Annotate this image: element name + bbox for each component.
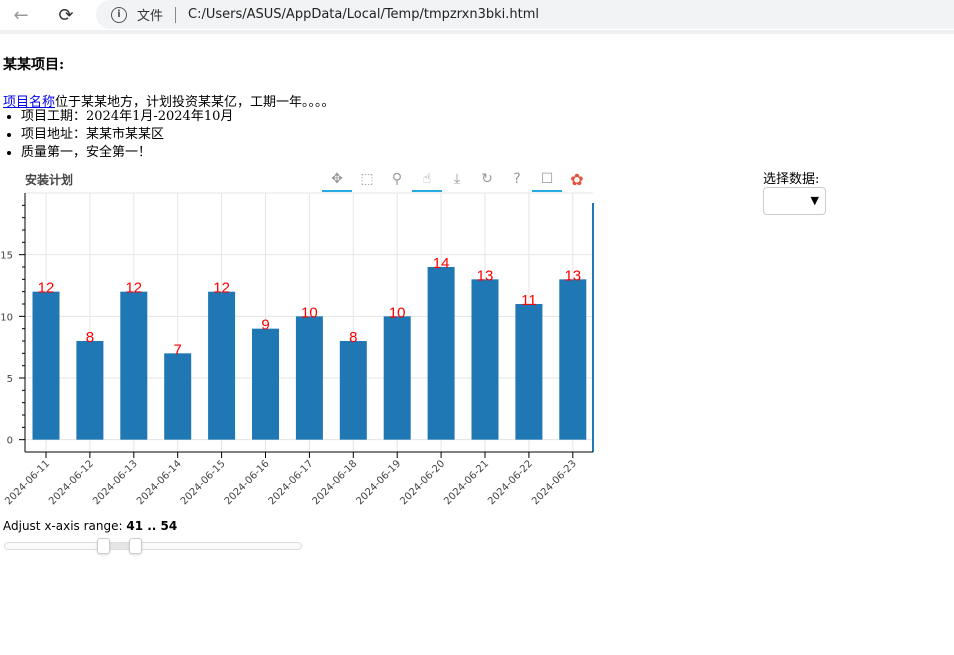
file-label: 文件 [137,9,164,24]
y-tick-label: 10 [0,312,13,323]
bar-chart[interactable]: 1281271291081014131113 2024-06-112024-06… [0,190,600,520]
back-icon[interactable]: ← [10,5,32,26]
bar [339,341,367,440]
save-icon[interactable]: ⤓ [442,168,472,192]
bokeh-logo-icon[interactable]: ✿ [562,168,592,192]
data-label: 9 [261,317,269,334]
wheel-zoom-icon[interactable]: ⚲ [382,168,412,192]
x-tick-label: 2024-06-13 [91,458,140,507]
reload-icon[interactable]: ⟳ [55,5,77,26]
data-label: 10 [301,304,318,321]
pan-icon[interactable]: ✥ [322,168,352,192]
chart-title: 安装计划 [25,173,74,187]
help-icon[interactable]: ? [502,168,532,192]
bar [76,341,104,440]
slider-title: Adjust x-axis range: 41 .. 54 [3,519,177,533]
bar [120,291,148,440]
bar [471,279,499,440]
data-label: 8 [349,329,357,346]
x-tick-label: 2024-06-23 [530,458,579,507]
bar [252,328,279,440]
x-tick-label: 2024-06-22 [486,458,535,507]
list-item: 项目地址：某某市某某区 [21,126,233,144]
x-tick-labels: 2024-06-112024-06-122024-06-132024-06-14… [3,458,579,507]
url-text[interactable]: C:/Users/ASUS/AppData/Local/Temp/tmpzrxn… [188,7,539,22]
hover-icon[interactable]: ☐ [532,168,562,192]
y-tick-label: 0 [7,436,13,447]
partial-bar [592,203,594,452]
browser-toolbar: ← ⟳ i 文件 C:/Users/ASUS/AppData/Local/Tem… [0,0,954,30]
box-zoom-icon[interactable]: ⬚ [352,168,382,192]
chevron-down-icon: ▼ [810,194,819,207]
select-label: 选择数据: [763,172,820,187]
list-item: 项目工期：2024年1月-2024年10月 [21,108,233,126]
bar [32,291,60,440]
x-tick-label: 2024-06-16 [223,458,272,507]
data-label: 12 [213,280,230,297]
bar [295,316,323,440]
toolbar-divider [0,30,954,34]
x-tick-label: 2024-06-20 [398,458,447,507]
bar [208,291,236,440]
bar [515,304,543,440]
data-label: 10 [389,304,406,321]
x-tick-label: 2024-06-11 [3,458,52,507]
x-tick-label: 2024-06-14 [135,458,184,507]
address-bar[interactable]: i 文件 C:/Users/ASUS/AppData/Local/Temp/tm… [96,0,954,29]
y-tick-label: 15 [0,251,13,262]
list-item: 质量第一，安全第一！ [21,144,233,162]
data-label: 7 [174,341,182,358]
slider-handle-start[interactable] [97,538,110,554]
bar [559,279,587,440]
bar [164,353,192,440]
x-tick-label: 2024-06-18 [311,458,360,507]
address-separator [175,6,177,23]
slider-value: 41 .. 54 [126,519,178,533]
bar [383,316,411,440]
x-tick-label: 2024-06-19 [354,458,403,507]
data-label: 11 [521,292,537,309]
tap-icon[interactable]: ☝ [412,168,442,192]
slider-handle-end[interactable] [129,538,142,554]
data-select[interactable]: ▼ [763,187,826,215]
data-label: 14 [433,255,450,272]
x-tick-label: 2024-06-12 [47,458,96,507]
project-info-list: 项目工期：2024年1月-2024年10月 项目地址：某某市某某区 质量第一，安… [3,108,233,162]
x-range-slider[interactable] [4,538,302,554]
slider-title-text: Adjust x-axis range: [3,519,127,533]
reset-icon[interactable]: ↻ [472,168,502,192]
data-label: 13 [564,267,581,284]
data-label: 13 [477,267,494,284]
x-tick-label: 2024-06-17 [267,458,316,507]
x-tick-label: 2024-06-15 [179,458,228,507]
x-tick-label: 2024-06-21 [442,458,491,507]
data-label: 12 [125,280,142,297]
data-label: 12 [38,280,55,297]
info-icon[interactable]: i [111,6,127,23]
y-tick-label: 5 [7,374,13,385]
page-heading: 某某项目: [3,57,65,73]
bars [32,203,594,452]
data-label: 8 [86,329,94,346]
y-tick-labels: 0 5 10 15 [0,251,13,447]
bar [427,267,455,440]
